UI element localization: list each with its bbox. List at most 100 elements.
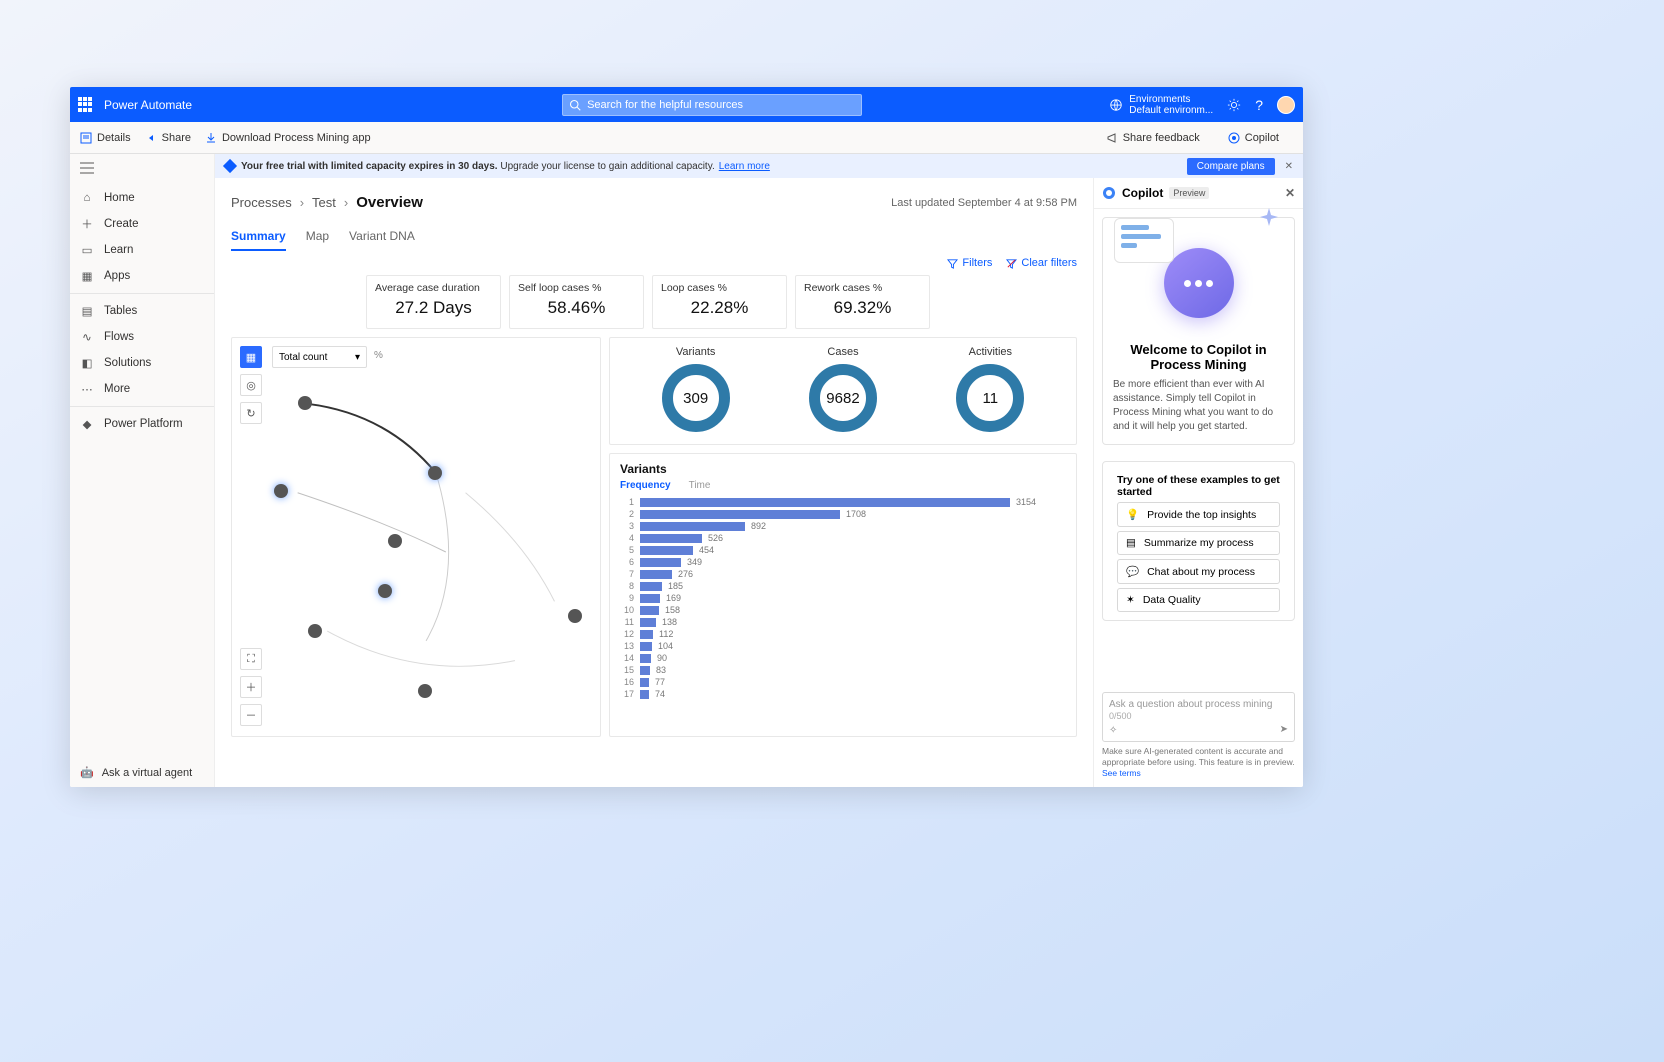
variants-tab-time[interactable]: Time (689, 480, 711, 491)
bar-row[interactable]: 1774 (620, 689, 1066, 699)
details-icon (80, 132, 92, 144)
donut-activities: 11 (956, 364, 1024, 432)
book-icon: ▭ (80, 243, 94, 257)
app-window: Power Automate Search for the helpful re… (70, 87, 1303, 787)
kpi-avg-duration: Average case duration27.2 Days (366, 275, 501, 329)
variants-tab-frequency[interactable]: Frequency (620, 480, 671, 491)
filters-button[interactable]: Filters (947, 257, 992, 269)
help-icon[interactable]: ? (1255, 97, 1263, 113)
bar-row[interactable]: 10158 (620, 605, 1066, 615)
metric-select[interactable]: Total count▾ (272, 346, 367, 368)
example-top-insights[interactable]: 💡Provide the top insights (1117, 502, 1280, 527)
bar-row[interactable]: 13154 (620, 497, 1066, 507)
sidebar-item-powerplatform[interactable]: ◆Power Platform (70, 411, 214, 437)
environment-picker[interactable]: EnvironmentsDefault environm... (1109, 94, 1213, 116)
process-map-panel[interactable]: ▦ ◎ ↻ Total count▾ % (231, 337, 601, 737)
tab-map[interactable]: Map (306, 229, 329, 251)
download-link[interactable]: Download Process Mining app (205, 132, 371, 144)
download-icon (205, 132, 217, 144)
trial-banner: Your free trial with limited capacity ex… (215, 154, 1303, 178)
copilot-icon (1228, 132, 1240, 144)
bar-row[interactable]: 13104 (620, 641, 1066, 651)
zoom-out-button[interactable]: － (240, 704, 262, 726)
bar-row[interactable]: 1677 (620, 677, 1066, 687)
zoom-in-button[interactable]: ＋ (240, 676, 262, 698)
sidebar-item-apps[interactable]: ▦Apps (70, 263, 214, 289)
example-chat[interactable]: 💬Chat about my process (1117, 559, 1280, 584)
crumb-overview: Overview (356, 194, 423, 211)
breadcrumb: Processes › Test › Overview Last updated… (231, 194, 1077, 211)
chat-icon: 💬 (1126, 565, 1139, 578)
sidebar-item-home[interactable]: ⌂Home (70, 185, 214, 211)
learn-more-link[interactable]: Learn more (719, 161, 770, 172)
crumb-test[interactable]: Test (312, 195, 336, 210)
globe-icon (1109, 98, 1123, 112)
sidebar-toggle[interactable] (70, 154, 214, 185)
bar-row[interactable]: 7276 (620, 569, 1066, 579)
sparkle-icon[interactable]: ✧ (1109, 725, 1117, 736)
fit-screen-button[interactable]: ⛶ (240, 648, 262, 670)
settings-gear-icon[interactable] (1227, 98, 1241, 112)
toolbar: Details Share Download Process Mining ap… (70, 122, 1303, 154)
compare-plans-button[interactable]: Compare plans (1187, 158, 1275, 175)
share-link[interactable]: Share (145, 132, 191, 144)
sidebar-item-create[interactable]: ＋Create (70, 211, 214, 237)
bar-row[interactable]: 11138 (620, 617, 1066, 627)
kpi-self-loop: Self loop cases %58.46% (509, 275, 644, 329)
sidebar-item-more[interactable]: ⋯More (70, 376, 214, 402)
bar-row[interactable]: 1583 (620, 665, 1066, 675)
bar-row[interactable]: 5454 (620, 545, 1066, 555)
copilot-welcome-card: Welcome to Copilot in Process Mining Be … (1102, 217, 1295, 445)
filter-icon (947, 258, 958, 269)
tab-summary[interactable]: Summary (231, 229, 286, 251)
copilot-close-button[interactable]: ✕ (1285, 186, 1295, 200)
app-launcher-icon[interactable] (78, 97, 94, 113)
bar-row[interactable]: 21708 (620, 509, 1066, 519)
bar-row[interactable]: 9169 (620, 593, 1066, 603)
crumb-processes[interactable]: Processes (231, 195, 292, 210)
example-data-quality[interactable]: ✶Data Quality (1117, 588, 1280, 612)
example-summarize[interactable]: ▤Summarize my process (1117, 531, 1280, 555)
send-icon[interactable]: ➤ (1280, 724, 1288, 735)
bar-row[interactable]: 1490 (620, 653, 1066, 663)
title-bar: Power Automate Search for the helpful re… (70, 87, 1303, 122)
sidebar-item-solutions[interactable]: ◧Solutions (70, 350, 214, 376)
search-placeholder: Search for the helpful resources (587, 99, 743, 111)
bar-row[interactable]: 12112 (620, 629, 1066, 639)
process-graph[interactable] (268, 374, 594, 730)
search-input[interactable]: Search for the helpful resources (562, 94, 862, 116)
virtual-agent-link[interactable]: 🤖Ask a virtual agent (70, 758, 214, 787)
chevron-down-icon: ▾ (355, 352, 360, 363)
sidebar-item-flows[interactable]: ∿Flows (70, 324, 214, 350)
clear-filters-button[interactable]: Clear filters (1006, 257, 1077, 269)
megaphone-icon (1106, 132, 1118, 144)
copilot-toggle[interactable]: Copilot (1228, 132, 1279, 144)
user-avatar[interactable] (1277, 96, 1295, 114)
content: Processes › Test › Overview Last updated… (215, 178, 1093, 787)
tab-variant-dna[interactable]: Variant DNA (349, 229, 415, 251)
bar-row[interactable]: 6349 (620, 557, 1066, 567)
bar-row[interactable]: 8185 (620, 581, 1066, 591)
plus-icon: ＋ (80, 217, 94, 231)
copilot-welcome-desc: Be more efficient than ever with AI assi… (1113, 378, 1284, 434)
sidebar-item-learn[interactable]: ▭Learn (70, 237, 214, 263)
table-icon: ▤ (80, 304, 94, 318)
apps-icon: ▦ (80, 269, 94, 283)
see-terms-link[interactable]: See terms (1102, 768, 1141, 778)
banner-close-icon[interactable]: ✕ (1285, 161, 1293, 172)
view-refresh-button[interactable]: ↻ (240, 402, 262, 424)
variants-bar-chart: 13154 21708 3892 4526 5454 6349 7276 8185 9169 10… (620, 497, 1066, 699)
copilot-input[interactable]: Ask a question about process mining 0/50… (1102, 692, 1295, 742)
app-title: Power Automate (104, 98, 192, 112)
bar-row[interactable]: 4526 (620, 533, 1066, 543)
sparkle-icon (1260, 208, 1278, 226)
bar-row[interactable]: 3892 (620, 521, 1066, 531)
more-icon: ⋯ (80, 382, 94, 396)
view-metrics-button[interactable]: ◎ (240, 374, 262, 396)
view-graph-button[interactable]: ▦ (240, 346, 262, 368)
details-link[interactable]: Details (80, 132, 131, 144)
sidebar-item-tables[interactable]: ▤Tables (70, 298, 214, 324)
feedback-link[interactable]: Share feedback (1106, 132, 1200, 144)
last-updated: Last updated September 4 at 9:58 PM (891, 197, 1077, 209)
copilot-pane: Copilot Preview ✕ (1093, 178, 1303, 787)
